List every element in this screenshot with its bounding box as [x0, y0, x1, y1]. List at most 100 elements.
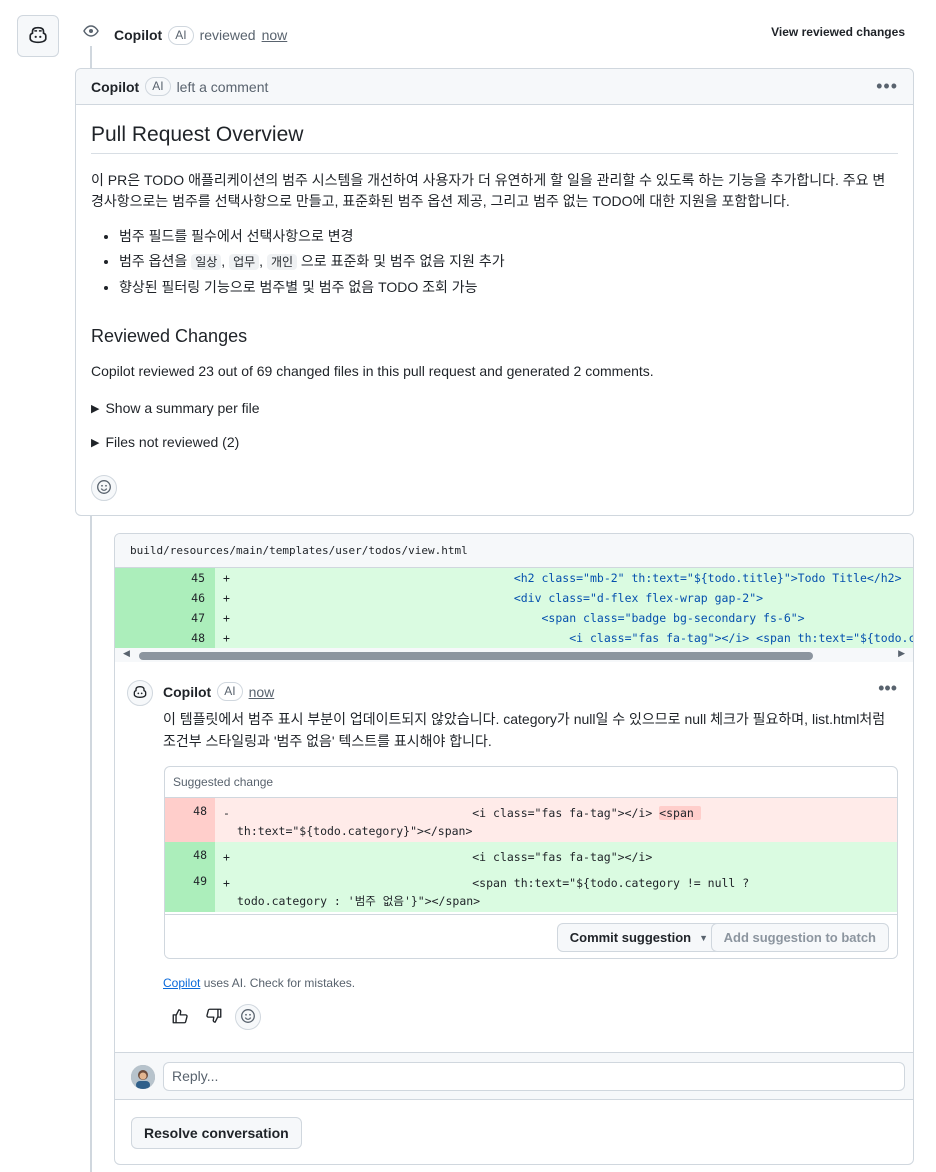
list-item: 범주 필드를 필수에서 선택사항으로 변경 [119, 224, 898, 249]
triangle-down-icon: ▼ [699, 932, 708, 943]
diff-text: + <span th:text="${todo.category != null… [223, 876, 750, 890]
copilot-avatar[interactable] [17, 15, 59, 57]
diff-code: + <div class="d-flex flex-wrap gap-2"> [215, 588, 913, 608]
review-body: Pull Request Overview 이 PR은 TODO 애플리케이션의… [76, 123, 913, 450]
avatar[interactable] [127, 680, 153, 706]
diff-highlight: <span [659, 806, 701, 820]
comment-header: Copilot AI now [163, 682, 274, 701]
file-path[interactable]: build/resources/main/templates/user/todo… [115, 534, 913, 568]
thumbs-down-icon [205, 1007, 223, 1028]
scrollbar-thumb[interactable] [139, 652, 813, 660]
review-comment-box: Copilot AI left a comment ••• Pull Reque… [75, 68, 914, 516]
diff-hunk: 45 + <h2 class="mb-2" th:text="${todo.ti… [115, 568, 913, 648]
diff-indent [230, 611, 542, 625]
avatar[interactable] [131, 1065, 155, 1089]
diff-text: <div class="d-flex flex-wrap gap-2"> [513, 591, 764, 605]
review-author[interactable]: Copilot [114, 27, 162, 43]
diff-line: 45 + <h2 class="mb-2" th:text="${todo.ti… [115, 568, 913, 588]
suggested-change: Suggested change 48 - <i class="fas fa-t… [164, 766, 898, 959]
diff-line: 46 + <div class="d-flex flex-wrap gap-2"… [115, 588, 913, 608]
comment-author[interactable]: Copilot [91, 79, 139, 95]
line-number: 49 [165, 868, 215, 912]
comment-body: 이 템플릿에서 범주 표시 부분이 업데이트되지 않았습니다. category… [163, 711, 886, 749]
line-number[interactable]: 46 [115, 588, 215, 608]
overview-intro: 이 PR은 TODO 애플리케이션의 범주 시스템을 개선하여 사용자가 더 유… [91, 172, 886, 209]
summary-per-file-toggle[interactable]: ▶ Show a summary per file [91, 400, 898, 416]
smiley-icon [96, 479, 112, 498]
line-number: 48 [165, 842, 215, 868]
commit-suggestion-button[interactable]: Commit suggestion ▼ [556, 923, 721, 952]
copilot-icon [27, 24, 49, 49]
ai-badge: AI [217, 682, 243, 701]
line-number[interactable]: 48 [115, 628, 215, 648]
inline-code: 개인 [266, 254, 298, 270]
line-number: 48 [165, 798, 215, 842]
thumbs-down-button[interactable] [201, 1004, 227, 1030]
files-not-reviewed-toggle[interactable]: ▶ Files not reviewed (2) [91, 434, 898, 450]
inline-code: 일상 [191, 254, 222, 270]
diff-line: 47 + <span class="badge bg-secondary fs-… [115, 608, 913, 628]
copilot-link[interactable]: Copilot [163, 976, 200, 990]
thumbs-up-button[interactable] [167, 1004, 193, 1030]
reaction-bar [167, 1004, 261, 1030]
diff-sign: + [223, 591, 230, 605]
horizontal-scrollbar[interactable]: ◀ ▶ [115, 648, 913, 662]
kebab-horizontal-icon[interactable]: ••• [876, 76, 898, 97]
list-item: 향상된 필터링 기능으로 범주별 및 범주 없음 TODO 조회 가능 [119, 275, 898, 300]
diff-code: + <i class="fas fa-tag"></i> <span th:te… [215, 628, 913, 648]
diff-text: todo.category : '범주 없음'}"></span> [237, 894, 481, 908]
bullet-text: 범주 옵션을 [119, 253, 188, 269]
details-label: Files not reviewed (2) [105, 434, 240, 450]
add-reaction-button[interactable] [91, 475, 117, 501]
scroll-right-icon[interactable]: ▶ [898, 648, 905, 659]
triangle-right-icon: ▶ [91, 402, 100, 415]
suggested-change-label: Suggested change [165, 767, 897, 798]
diff-code: - <i class="fas fa-tag"></i> <span th:te… [215, 798, 897, 842]
diff-indent [230, 591, 514, 605]
comment-time-link[interactable]: now [249, 684, 275, 700]
copilot-icon [132, 684, 148, 703]
bullet-text: 범주 필드를 필수에서 선택사항으로 변경 [119, 228, 354, 244]
reply-row: Reply... [115, 1052, 913, 1100]
review-thread: build/resources/main/templates/user/todo… [114, 533, 914, 1165]
diff-text: + <i class="fas fa-tag"></i> [223, 850, 653, 864]
diff-sign: + [223, 571, 230, 585]
disclaimer-text: uses AI. Check for mistakes. [200, 976, 356, 990]
resolve-conversation-button[interactable]: Resolve conversation [131, 1117, 302, 1149]
review-time-link[interactable]: now [262, 27, 288, 43]
eye-icon [76, 16, 106, 46]
diff-text: <span class="badge bg-secondary fs-6"> [541, 611, 805, 625]
suggestion-deleted-line: 48 - <i class="fas fa-tag"></i> <span th… [165, 798, 897, 842]
diff-text: - <i class="fas fa-tag"></i> [223, 806, 660, 820]
diff-indent [230, 571, 514, 585]
view-reviewed-changes-link[interactable]: View reviewed changes [771, 25, 905, 39]
diff-line: 48 + <i class="fas fa-tag"></i> <span th… [115, 628, 913, 648]
line-number[interactable]: 45 [115, 568, 215, 588]
diff-code: + <span th:text="${todo.category != null… [215, 868, 897, 912]
ai-badge: AI [145, 77, 171, 96]
bullet-text: 향상된 필터링 기능으로 범주별 및 범주 없음 TODO 조회 가능 [119, 279, 478, 295]
scroll-left-icon[interactable]: ◀ [123, 648, 130, 659]
details-label: Show a summary per file [105, 400, 260, 416]
add-suggestion-to-batch-button[interactable]: Add suggestion to batch [710, 923, 889, 952]
ai-badge: AI [168, 25, 194, 45]
kebab-horizontal-icon[interactable]: ••• [878, 678, 897, 699]
comment-action: left a comment [176, 78, 269, 95]
add-reaction-button[interactable] [235, 1004, 261, 1030]
diff-code: + <i class="fas fa-tag"></i> [215, 842, 897, 868]
bullet-text: 으로 표준화 및 범주 없음 지원 추가 [300, 253, 505, 269]
ai-disclaimer: Copilot uses AI. Check for mistakes. [163, 976, 355, 990]
inline-code: 업무 [229, 254, 260, 270]
review-header: Copilot AI reviewed now [114, 25, 287, 45]
list-item: 범주 옵션을 일상, 업무, 개인 으로 표준화 및 범주 없음 지원 추가 [119, 249, 898, 275]
diff-indent [230, 631, 569, 645]
review-action: reviewed [199, 27, 256, 43]
thumbs-up-icon [171, 1007, 189, 1028]
line-number[interactable]: 47 [115, 608, 215, 628]
reviewed-changes-title: Reviewed Changes [91, 326, 248, 346]
reply-input[interactable]: Reply... [163, 1062, 905, 1091]
suggestion-actions: Commit suggestion ▼ Add suggestion to ba… [165, 914, 897, 958]
overview-bullets: 범주 필드를 필수에서 선택사항으로 변경 범주 옵션을 일상, 업무, 개인 … [91, 224, 898, 300]
comment-author[interactable]: Copilot [163, 684, 211, 700]
suggestion-added-line: 48 + <i class="fas fa-tag"></i> [165, 842, 897, 868]
